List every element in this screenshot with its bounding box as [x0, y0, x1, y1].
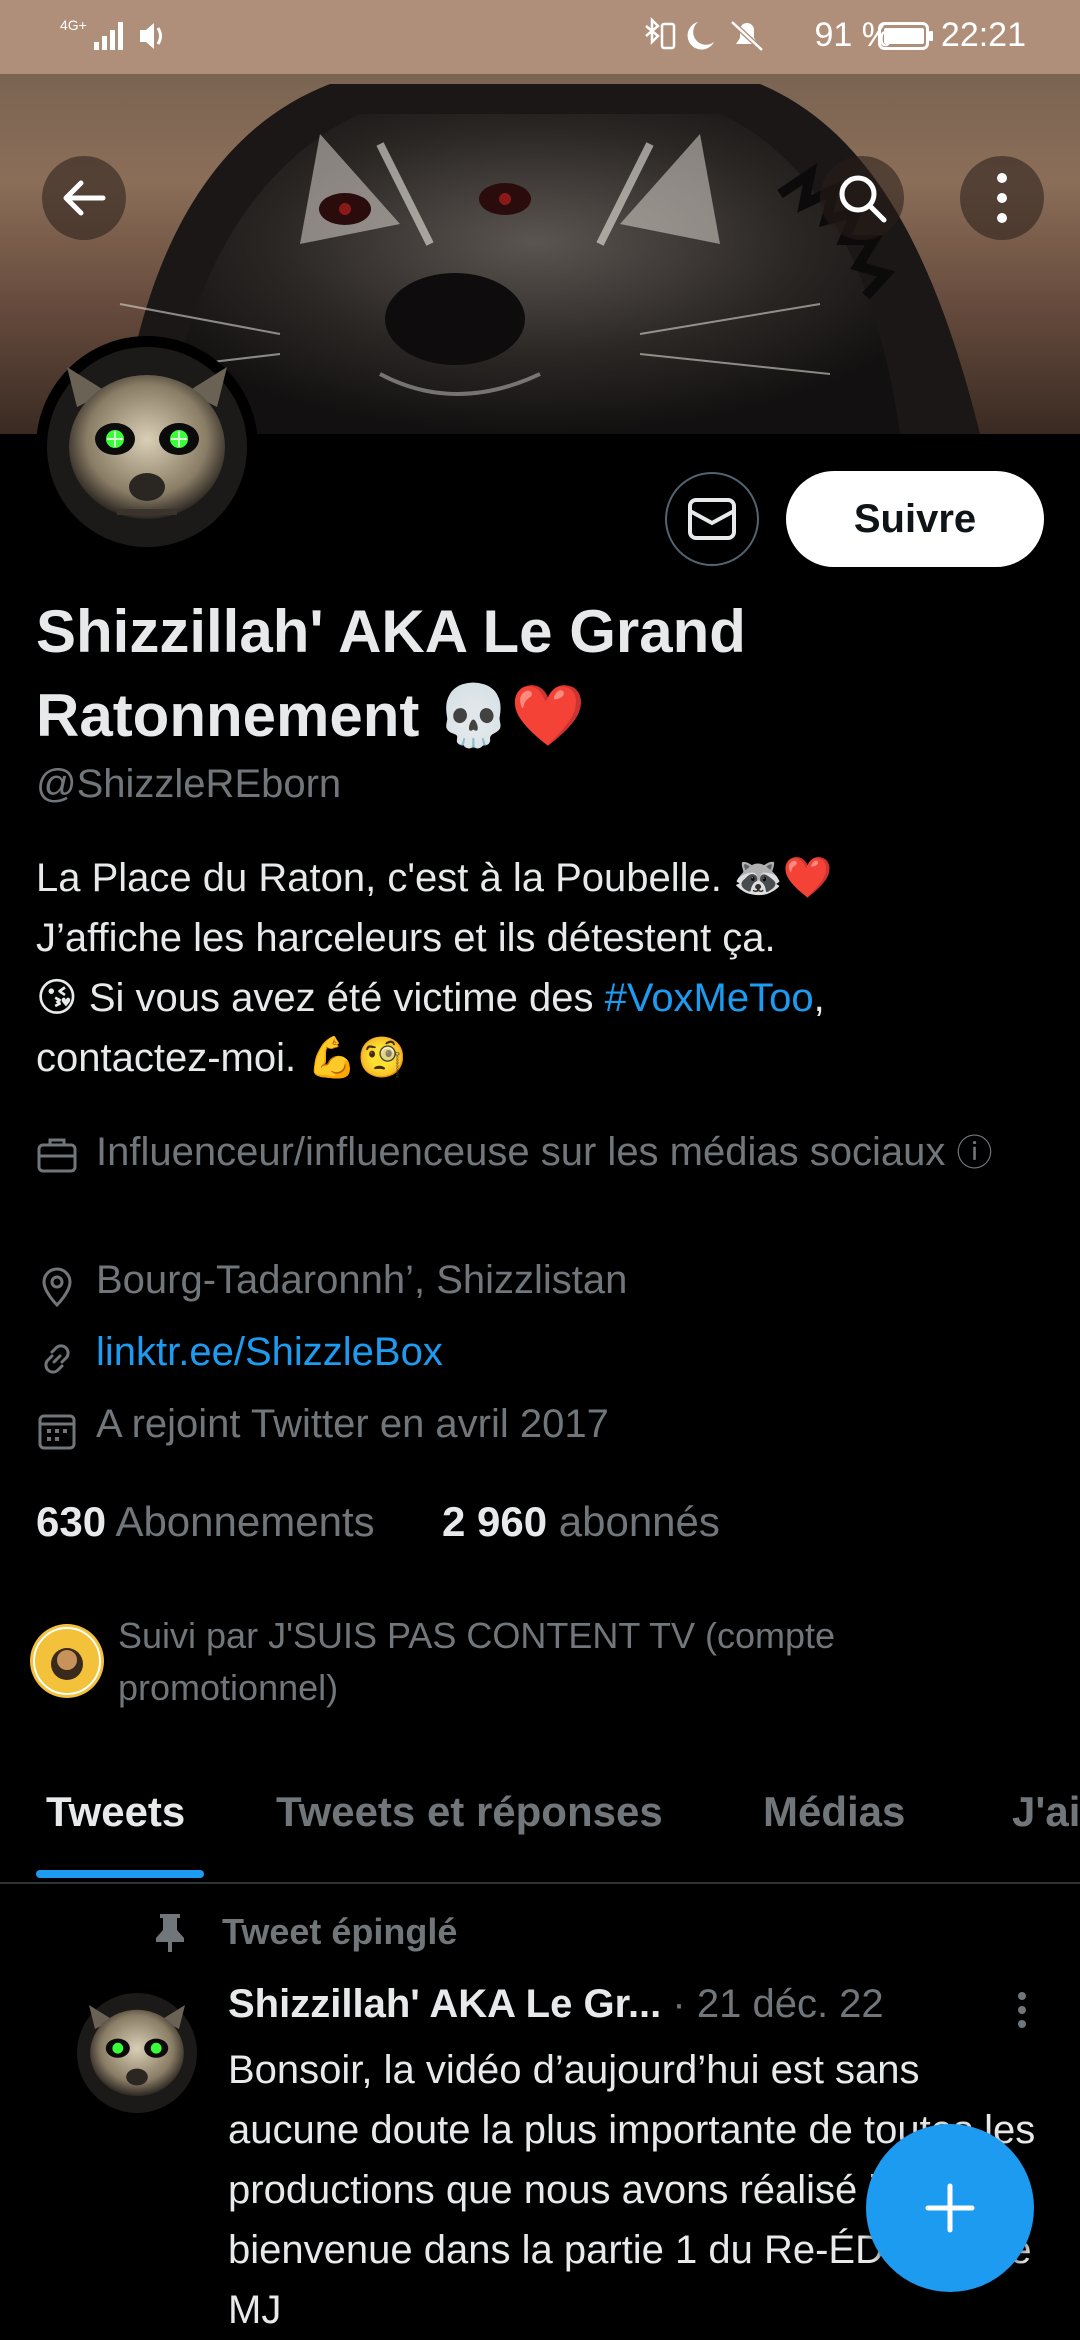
tweet-author-avatar[interactable] [74, 1990, 200, 2116]
bio-line: J’affiche les harceleurs et ils détesten… [36, 916, 776, 960]
tweet-header: Shizzillah' AKA Le Gr... · 21 déc. 22 [228, 1982, 1028, 2027]
pinned-text: Tweet épinglé [222, 1911, 458, 1952]
clock: 22:21 [940, 16, 1026, 54]
bio: La Place du Raton, c'est à la Poubelle. … [36, 848, 1036, 1088]
message-button[interactable] [665, 472, 759, 566]
pin-icon [156, 1914, 184, 1952]
calendar-icon [38, 1414, 76, 1450]
profile-website: linktr.ee/ShizzleBox [36, 1330, 1036, 1380]
bio-line: La Place du Raton, c'est à la Poubelle. … [36, 856, 833, 900]
website-link[interactable]: linktr.ee/ShizzleBox [96, 1330, 443, 1375]
back-button[interactable] [42, 156, 126, 240]
tweet-date[interactable]: · 21 déc. 22 [672, 1982, 883, 2026]
hashtag-link[interactable]: #VoxMeToo [605, 976, 814, 1020]
tweet-author-name[interactable]: Shizzillah' AKA Le Gr... [228, 1982, 661, 2026]
search-button[interactable] [820, 156, 904, 240]
bio-line: contactez-moi. 💪🧐 [36, 1036, 407, 1080]
followers-link[interactable]: 2 960 abonnés [442, 1498, 720, 1545]
profile-joined-date: A rejoint Twitter en avril 2017 [36, 1402, 1036, 1452]
location-pin-icon [42, 1267, 72, 1308]
following-count: 630 [36, 1498, 107, 1545]
followers-count: 2 960 [441, 1498, 548, 1545]
plus-icon [925, 2183, 975, 2233]
svg-text:4G+: 4G+ [60, 17, 87, 33]
category-text: Influenceur/influenceuse sur les médias … [96, 1130, 946, 1174]
profile-tabs: Tweets Tweets et réponses Médias J'ai [0, 1760, 1080, 1884]
battery-icon [878, 22, 934, 50]
followed-by[interactable]: Suivi par J'SUIS PAS CONTENT TV (compte … [30, 1610, 1050, 1714]
tab-tweets[interactable]: Tweets [46, 1788, 185, 1836]
follower-avatar [30, 1624, 104, 1698]
follow-stats: 630 Abonnements 2 960 abonnés [36, 1498, 720, 1546]
more-vertical-icon [997, 173, 1007, 223]
search-icon [839, 175, 887, 223]
more-options-button[interactable] [960, 156, 1044, 240]
link-icon [44, 1344, 70, 1374]
pinned-label: Tweet épinglé [150, 1910, 457, 1954]
profile-category: Influenceur/influenceuse sur les médias … [36, 1120, 1036, 1185]
signal-icon: 4G+ [60, 14, 180, 58]
tab-likes[interactable]: J'ai [1012, 1788, 1080, 1836]
followed-by-text: Suivi par J'SUIS PAS CONTENT TV (compte … [118, 1615, 836, 1708]
tweet-more-button[interactable] [1002, 1988, 1042, 2032]
location-text: Bourg-Tadaronnh’, Shizzlistan [96, 1258, 628, 1302]
briefcase-icon [37, 1138, 77, 1173]
info-icon[interactable]: ⓘ [956, 1132, 992, 1173]
status-icons [640, 16, 790, 56]
back-arrow-icon [63, 180, 106, 216]
envelope-icon [688, 498, 736, 540]
more-vertical-icon [1018, 1992, 1026, 2028]
bio-text: , [813, 976, 825, 1020]
bio-text: 😘 Si vous avez été victime des [36, 976, 605, 1020]
handle: @ShizzleREborn [36, 762, 342, 806]
display-name: Shizzillah' AKA Le Grand Ratonnement 💀❤️ [36, 598, 746, 749]
skull-raccoon-avatar-image [77, 1993, 197, 2113]
joined-text: A rejoint Twitter en avril 2017 [96, 1402, 609, 1446]
active-tab-indicator [36, 1870, 204, 1878]
profile-location: Bourg-Tadaronnh’, Shizzlistan [36, 1258, 1036, 1308]
status-bar: 4G+ 91 % 22:21 [0, 0, 1080, 74]
profile-avatar[interactable] [36, 336, 258, 558]
tab-media[interactable]: Médias [763, 1788, 905, 1836]
followers-label: abonnés [558, 1498, 720, 1545]
follow-button[interactable]: Suivre [786, 471, 1044, 567]
skull-raccoon-avatar-image [47, 347, 247, 547]
compose-tweet-button[interactable] [866, 2124, 1034, 2292]
following-link[interactable]: 630 Abonnements [36, 1498, 375, 1545]
tab-tweets-replies[interactable]: Tweets et réponses [276, 1788, 663, 1836]
following-label: Abonnements [115, 1498, 375, 1545]
bio-line: 😘 Si vous avez été victime des #VoxMeToo… [36, 968, 1036, 1028]
